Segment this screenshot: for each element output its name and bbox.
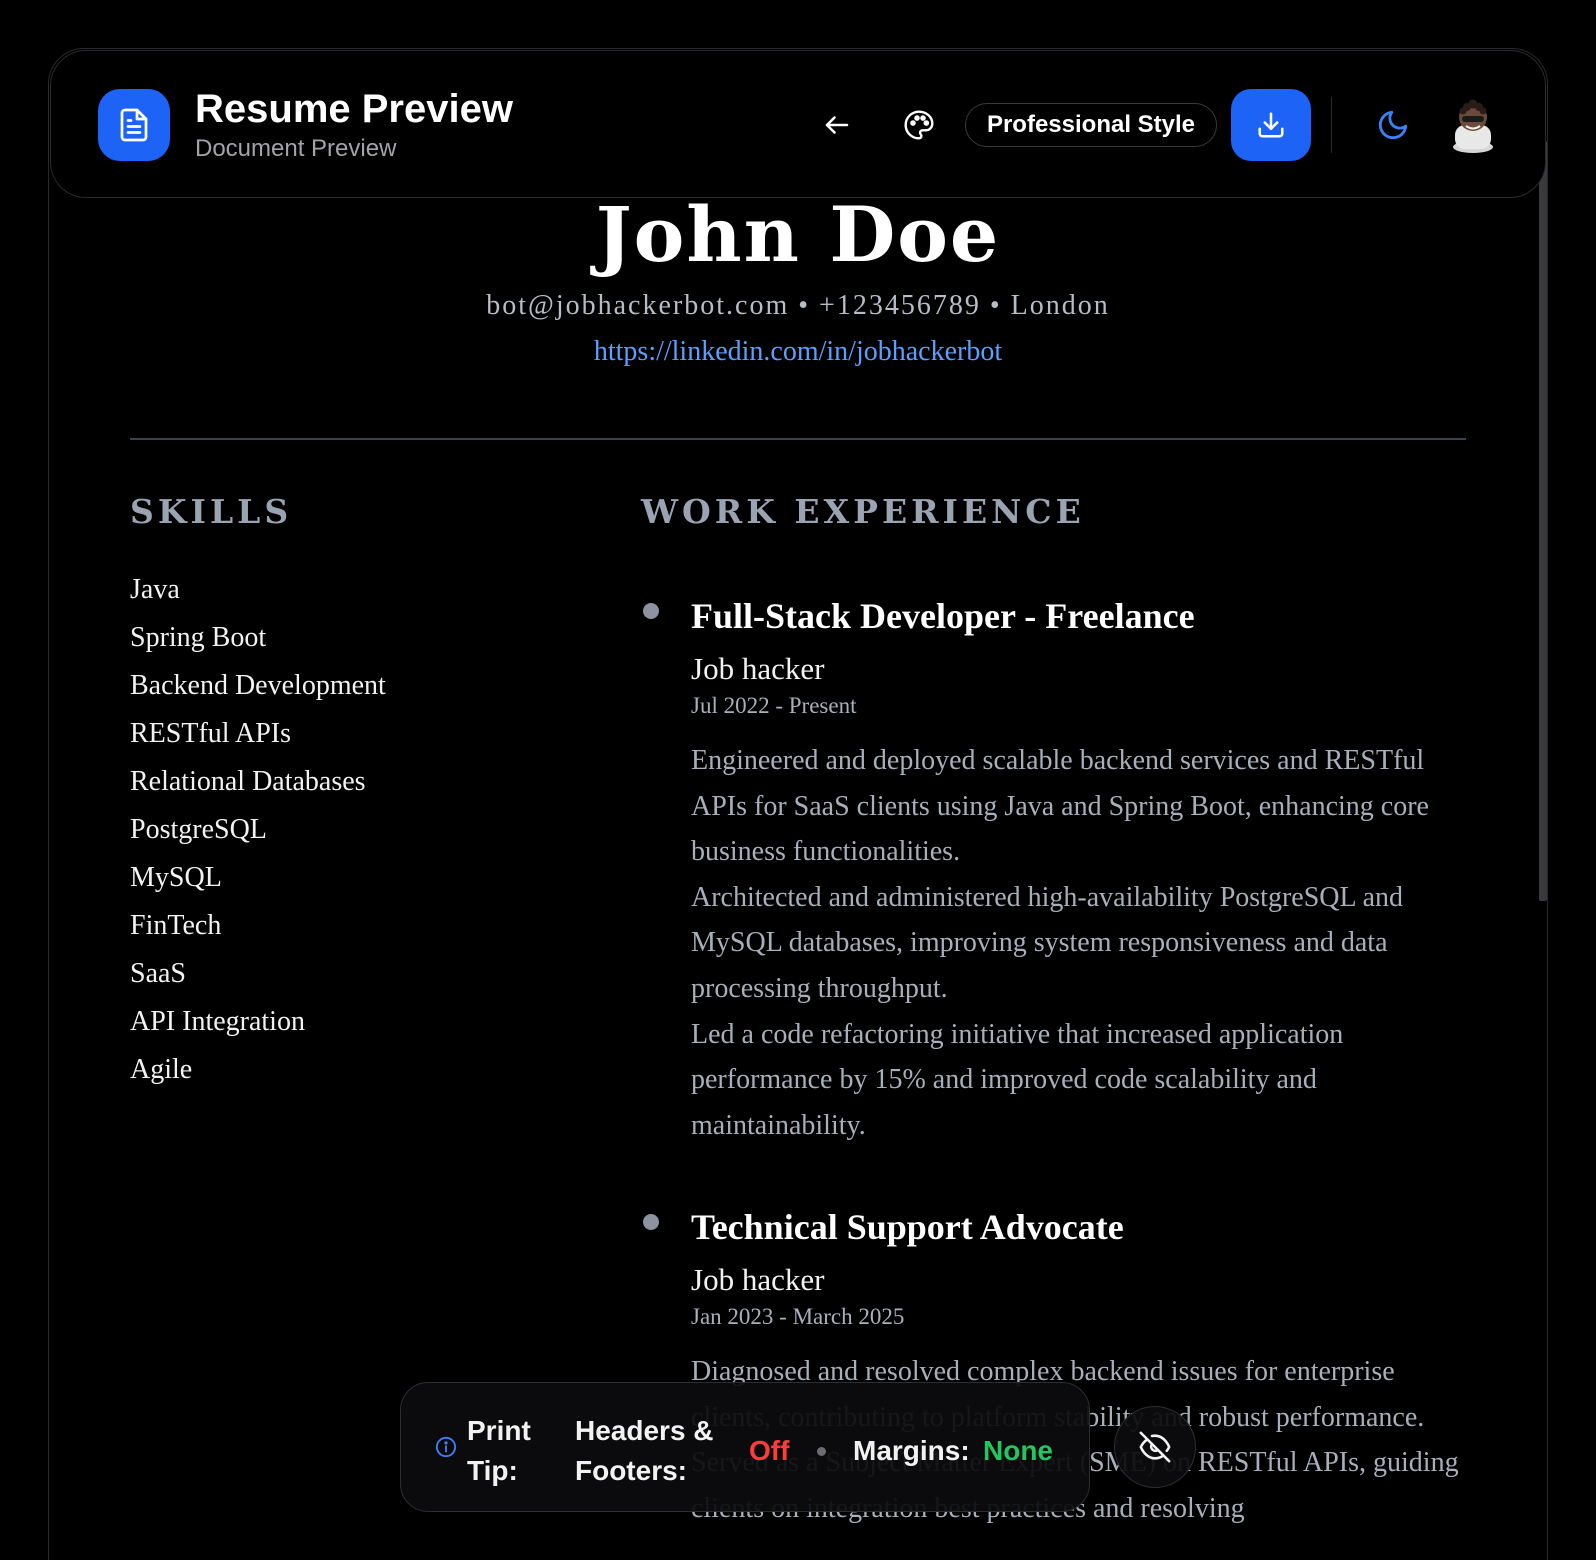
skill-item: SaaS [130,958,186,989]
download-icon [1258,112,1284,138]
skill-item: RESTful APIs [130,718,292,749]
moon-icon[interactable] [1371,103,1415,147]
job-bullet: Architected and administered high-availa… [691,881,1403,1004]
print-tip-banner: Print Tip: Headers & Footers: Off Margin… [400,1382,1090,1512]
job-company: Job hacker [691,1262,825,1297]
bullet-dot [643,603,659,619]
work-experience-heading: WORK EXPERIENCE [641,492,1085,531]
skill-item: FinTech [130,910,222,941]
job-bullets: Engineered and deployed scalable backend… [691,738,1466,1148]
skill-item: Relational Databases [130,766,366,797]
page-subtitle: Document Preview [195,135,397,162]
print-tip-label: Print Tip: [467,1415,531,1486]
header-divider [130,438,1466,440]
skill-item: PostgreSQL [130,814,267,845]
palette-icon[interactable] [897,103,941,147]
avatar[interactable] [1449,95,1497,153]
app-header: Resume Preview Document Preview Professi… [50,50,1546,198]
skill-item: Spring Boot [130,622,267,653]
page-title: Resume Preview [195,87,513,131]
job-bullet: Engineered and deployed scalable backend… [691,745,1429,868]
skill-item: MySQL [130,862,222,893]
job-bullet: Led a code refactoring initiative that i… [691,1018,1344,1141]
job-title: Full-Stack Developer - Freelance [691,596,1195,636]
margins-label: Margins: [853,1435,970,1466]
skill-item: Backend Development [130,670,386,701]
separator-dot [817,1447,826,1456]
hide-tip-button[interactable] [1114,1406,1196,1488]
style-selector-button[interactable]: Professional Style [965,103,1217,147]
contact-line: bot@jobhackerbot.com • +123456789 • Lond… [486,290,1110,321]
headers-footers-value: Off [749,1435,790,1466]
resume-name: John Doe [595,190,1001,279]
header-divider-vertical [1331,97,1332,153]
arrow-left-icon[interactable] [815,103,859,147]
document-icon [98,89,170,161]
bullet-dot [643,1214,659,1230]
job-title: Technical Support Advocate [691,1207,1124,1247]
margins-value: None [983,1435,1053,1466]
headers-footers-label: Headers & Footers: [575,1415,714,1486]
eye-off-icon [1139,1431,1171,1463]
skill-item: Java [130,574,180,605]
skill-item: Agile [130,1054,193,1085]
job-company: Job hacker [691,651,825,686]
job-dates: Jul 2022 - Present [691,693,857,718]
download-button[interactable] [1231,89,1311,161]
scrollbar-thumb[interactable] [1539,141,1547,901]
skills-list: Java Spring Boot Backend Development RES… [130,570,386,1098]
skill-item: API Integration [130,1006,305,1037]
linkedin-link[interactable]: https://linkedin.com/in/jobhackerbot [130,336,1466,368]
job-dates: Jan 2023 - March 2025 [691,1304,905,1329]
info-icon [435,1436,457,1458]
skills-heading: SKILLS [130,492,293,531]
